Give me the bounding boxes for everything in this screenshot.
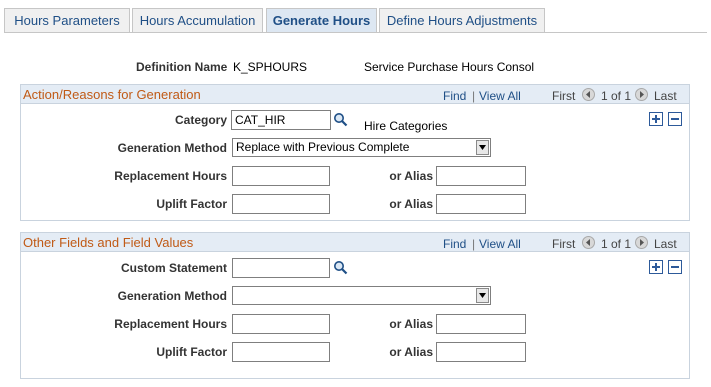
group-header: Action/Reasons for Generation Find | Vie… [21,85,689,104]
action-reasons-group: Action/Reasons for Generation Find | Vie… [20,84,690,221]
replacement-alias-input[interactable] [436,166,526,186]
find-link[interactable]: Find [443,237,466,251]
replacement-hours-input[interactable] [232,166,330,186]
nav-last-icon[interactable] [635,236,648,249]
generation-method-label: Generation Method [117,289,227,303]
category-description: Hire Categories [364,119,448,133]
uplift-factor-label: Uplift Factor [156,345,227,359]
tab-hours-parameters[interactable]: Hours Parameters [4,8,130,33]
link-separator: | [472,89,476,103]
replacement-alias-input[interactable] [436,314,526,334]
group-header: Other Fields and Field Values Find | Vie… [21,233,689,252]
generation-method-select[interactable] [232,286,491,305]
category-input[interactable]: CAT_HIR [231,110,331,130]
lookup-icon[interactable] [333,260,348,275]
view-all-link[interactable]: View All [479,237,521,251]
selected-value: Replace with Previous Complete [236,140,410,154]
find-link[interactable]: Find [443,89,466,103]
tab-generate-hours[interactable]: Generate Hours [266,8,377,33]
row-range: 1 of 1 [601,89,632,103]
add-row-icon[interactable] [649,260,663,274]
view-all-link[interactable]: View All [479,89,521,103]
replacement-hours-label: Replacement Hours [114,169,227,183]
uplift-factor-input[interactable] [232,342,330,362]
generation-method-select[interactable]: Replace with Previous Complete [232,138,491,157]
lookup-icon[interactable] [333,112,348,127]
nav-first-icon[interactable] [582,236,595,249]
custom-statement-label: Custom Statement [120,261,227,275]
group-title: Other Fields and Field Values [23,235,194,250]
link-separator: | [472,237,476,251]
dropdown-arrow-icon[interactable] [476,288,489,303]
tab-define-hours-adjustments[interactable]: Define Hours Adjustments [379,8,545,33]
or-alias-label: or Alias [389,197,433,211]
first-label: First [552,89,576,103]
definition-description: Service Purchase Hours Consol [364,60,535,74]
or-alias-label: or Alias [389,169,433,183]
definition-name-value: K_SPHOURS [233,60,308,74]
or-alias-label: or Alias [389,317,433,331]
delete-row-icon[interactable] [668,112,682,126]
uplift-alias-input[interactable] [436,194,526,214]
other-fields-group: Other Fields and Field Values Find | Vie… [20,232,690,379]
add-row-icon[interactable] [649,112,663,126]
definition-name-label: Definition Name [136,60,228,74]
dropdown-arrow-icon[interactable] [476,140,489,155]
delete-row-icon[interactable] [668,260,682,274]
nav-first-icon[interactable] [582,88,595,101]
generation-method-label: Generation Method [117,141,227,155]
uplift-alias-input[interactable] [436,342,526,362]
category-label: Category [174,113,227,127]
replacement-hours-label: Replacement Hours [114,317,227,331]
uplift-factor-label: Uplift Factor [156,197,227,211]
tab-hours-accumulation[interactable]: Hours Accumulation [132,8,263,33]
last-label: Last [654,89,677,103]
group-title: Action/Reasons for Generation [23,87,201,102]
custom-statement-input[interactable] [232,258,330,278]
uplift-factor-input[interactable] [232,194,330,214]
tab-baseline [4,32,707,33]
row-range: 1 of 1 [601,237,632,251]
replacement-hours-input[interactable] [232,314,330,334]
nav-last-icon[interactable] [635,88,648,101]
or-alias-label: or Alias [389,345,433,359]
last-label: Last [654,237,677,251]
first-label: First [552,237,576,251]
